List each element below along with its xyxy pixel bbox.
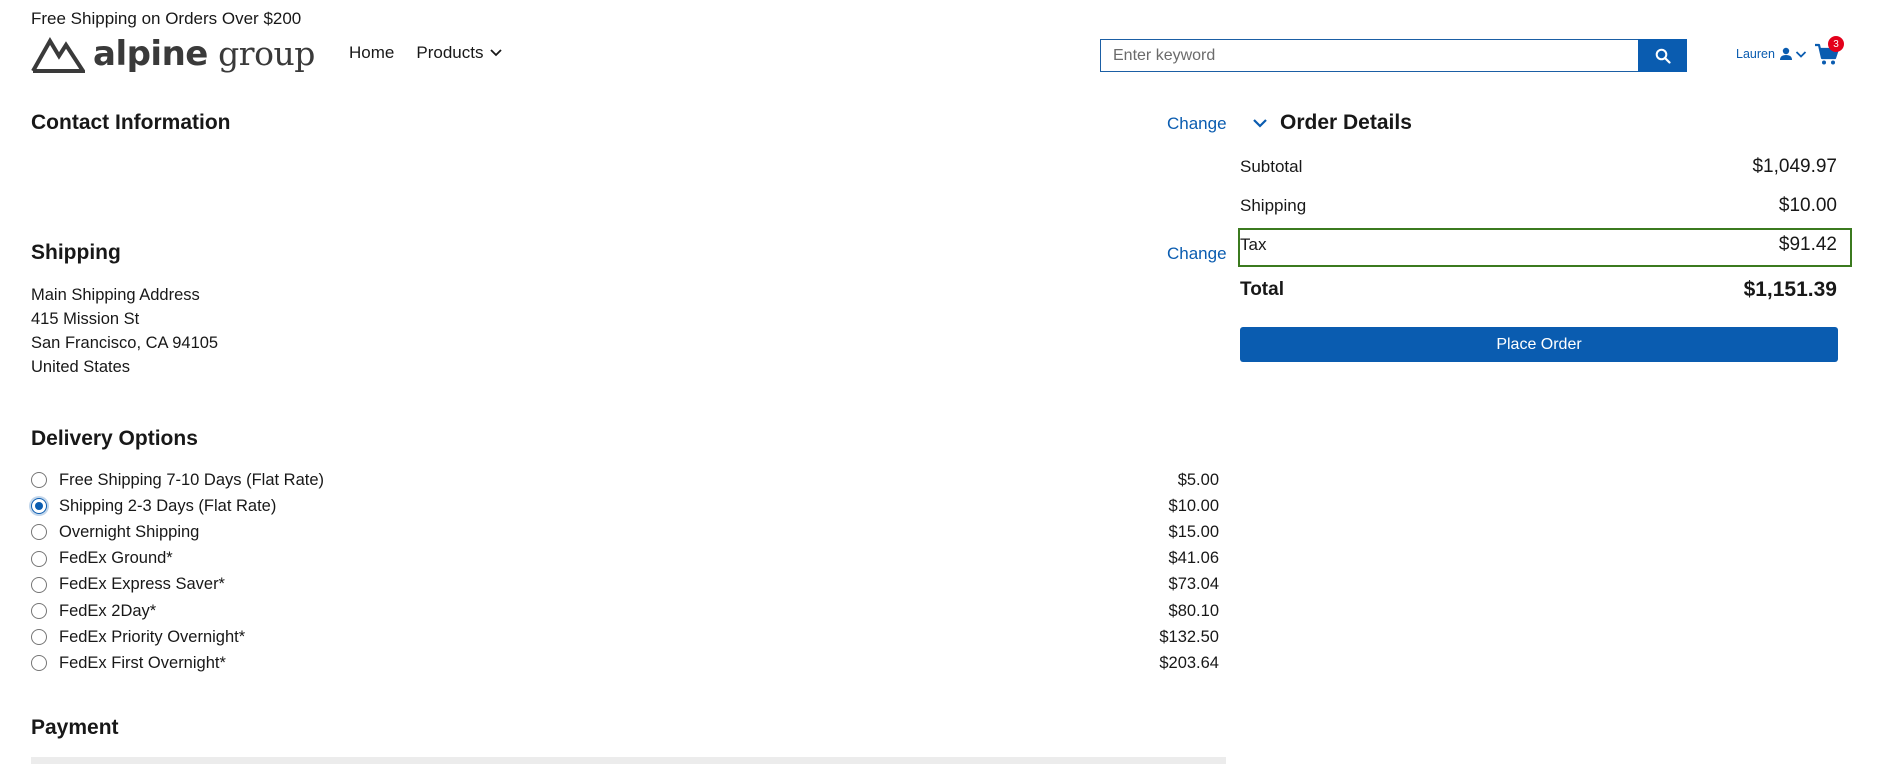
address-line: San Francisco, CA 94105 bbox=[31, 334, 219, 352]
delivery-option-label: FedEx 2Day* bbox=[59, 601, 157, 620]
chevron-down-icon bbox=[1795, 50, 1807, 58]
address-line: United States bbox=[31, 358, 131, 376]
user-icon bbox=[1779, 47, 1792, 60]
delivery-option-label: FedEx First Overnight* bbox=[59, 653, 226, 672]
payment-title: Payment bbox=[31, 716, 119, 739]
shipping-title: Shipping bbox=[31, 241, 121, 264]
delivery-option[interactable]: FedEx 2Day* $80.10 bbox=[31, 598, 1219, 624]
delivery-options-list: Free Shipping 7-10 Days (Flat Rate) $5.00… bbox=[31, 467, 1219, 677]
place-order-button[interactable]: Place Order bbox=[1240, 327, 1838, 362]
chevron-down-icon bbox=[1253, 119, 1267, 128]
delivery-option[interactable]: Overnight Shipping $15.00 bbox=[31, 519, 1219, 545]
delivery-option[interactable]: Shipping 2-3 Days (Flat Rate) $10.00 bbox=[31, 493, 1219, 519]
total-value: $1,151.39 bbox=[1743, 278, 1837, 301]
tax-label: Tax bbox=[1240, 235, 1267, 254]
delivery-radio[interactable] bbox=[31, 603, 47, 620]
search-button[interactable] bbox=[1638, 39, 1687, 72]
delivery-radio[interactable] bbox=[31, 629, 47, 646]
user-name: Lauren bbox=[1736, 47, 1775, 61]
delivery-radio[interactable] bbox=[31, 524, 47, 541]
delivery-option-price: $132.50 bbox=[1159, 627, 1219, 646]
delivery-option-price: $10.00 bbox=[1168, 496, 1219, 515]
subtotal-row: Subtotal $1,049.97 bbox=[1240, 156, 1837, 178]
tax-value: $91.42 bbox=[1778, 234, 1837, 255]
subtotal-label: Subtotal bbox=[1240, 157, 1303, 176]
shipping-cost-value: $10.00 bbox=[1778, 195, 1837, 216]
contact-change-link[interactable]: Change bbox=[1167, 114, 1227, 134]
delivery-radio[interactable] bbox=[31, 550, 47, 567]
promo-banner: Free Shipping on Orders Over $200 bbox=[31, 9, 302, 28]
delivery-option[interactable]: FedEx Ground* $41.06 bbox=[31, 546, 1219, 572]
chevron-down-icon bbox=[490, 49, 503, 57]
delivery-option-label: Overnight Shipping bbox=[59, 522, 200, 541]
address-line: Main Shipping Address bbox=[31, 286, 200, 304]
search-input[interactable] bbox=[1100, 39, 1638, 72]
delivery-option-price: $5.00 bbox=[1177, 470, 1219, 489]
main-nav: Home Products bbox=[349, 43, 503, 63]
total-row: Total $1,151.39 bbox=[1240, 278, 1837, 302]
order-details-header: Order Details bbox=[1252, 111, 1412, 135]
delivery-option-label: FedEx Priority Overnight* bbox=[59, 627, 246, 646]
mountain-logo-icon bbox=[31, 37, 85, 73]
user-menu[interactable]: Lauren bbox=[1736, 47, 1807, 61]
total-label: Total bbox=[1240, 279, 1284, 300]
cart-count-badge: 3 bbox=[1828, 36, 1844, 52]
order-details-toggle[interactable] bbox=[1252, 117, 1268, 129]
nav-home-label: Home bbox=[349, 43, 395, 62]
subtotal-value: $1,049.97 bbox=[1752, 156, 1837, 177]
address-line: 415 Mission St bbox=[31, 310, 140, 328]
delivery-option-label: FedEx Ground* bbox=[59, 549, 173, 568]
shipping-row: Shipping $10.00 bbox=[1240, 195, 1837, 217]
delivery-option[interactable]: FedEx Priority Overnight* $132.50 bbox=[31, 624, 1219, 650]
search-icon bbox=[1655, 48, 1671, 64]
cart-button[interactable]: 3 bbox=[1814, 36, 1844, 67]
delivery-radio[interactable] bbox=[31, 576, 47, 593]
nav-products-label: Products bbox=[416, 43, 484, 62]
delivery-option-label: FedEx Express Saver* bbox=[59, 575, 225, 594]
delivery-option-price: $15.00 bbox=[1168, 522, 1219, 541]
delivery-option[interactable]: FedEx First Overnight* $203.64 bbox=[31, 650, 1219, 676]
tax-row: Tax $91.42 bbox=[1240, 234, 1837, 256]
delivery-option-price: $41.06 bbox=[1168, 549, 1219, 568]
logo-wordmark: alpine group bbox=[93, 34, 315, 74]
delivery-option-label: Shipping 2-3 Days (Flat Rate) bbox=[59, 496, 277, 515]
delivery-radio[interactable] bbox=[31, 472, 47, 489]
delivery-radio[interactable] bbox=[31, 498, 47, 515]
alpine-group-logo[interactable]: alpine group bbox=[31, 33, 315, 75]
shipping-address: Main Shipping Address 415 Mission St San… bbox=[31, 283, 218, 379]
delivery-option[interactable]: FedEx Express Saver* $73.04 bbox=[31, 572, 1219, 598]
order-details-title: Order Details bbox=[1280, 111, 1412, 134]
delivery-option-price: $80.10 bbox=[1168, 601, 1219, 620]
delivery-option[interactable]: Free Shipping 7-10 Days (Flat Rate) $5.00 bbox=[31, 467, 1219, 493]
payment-panel bbox=[31, 757, 1226, 764]
search-bar bbox=[1100, 39, 1687, 72]
contact-info-title: Contact Information bbox=[31, 111, 231, 134]
delivery-option-price: $73.04 bbox=[1168, 575, 1219, 594]
delivery-option-label: Free Shipping 7-10 Days (Flat Rate) bbox=[59, 470, 325, 489]
nav-products[interactable]: Products bbox=[416, 43, 503, 63]
shipping-cost-label: Shipping bbox=[1240, 196, 1307, 215]
delivery-option-price: $203.64 bbox=[1159, 653, 1219, 672]
delivery-radio[interactable] bbox=[31, 655, 47, 672]
delivery-options-title: Delivery Options bbox=[31, 427, 198, 450]
shipping-change-link[interactable]: Change bbox=[1167, 244, 1227, 264]
nav-home[interactable]: Home bbox=[349, 43, 394, 63]
